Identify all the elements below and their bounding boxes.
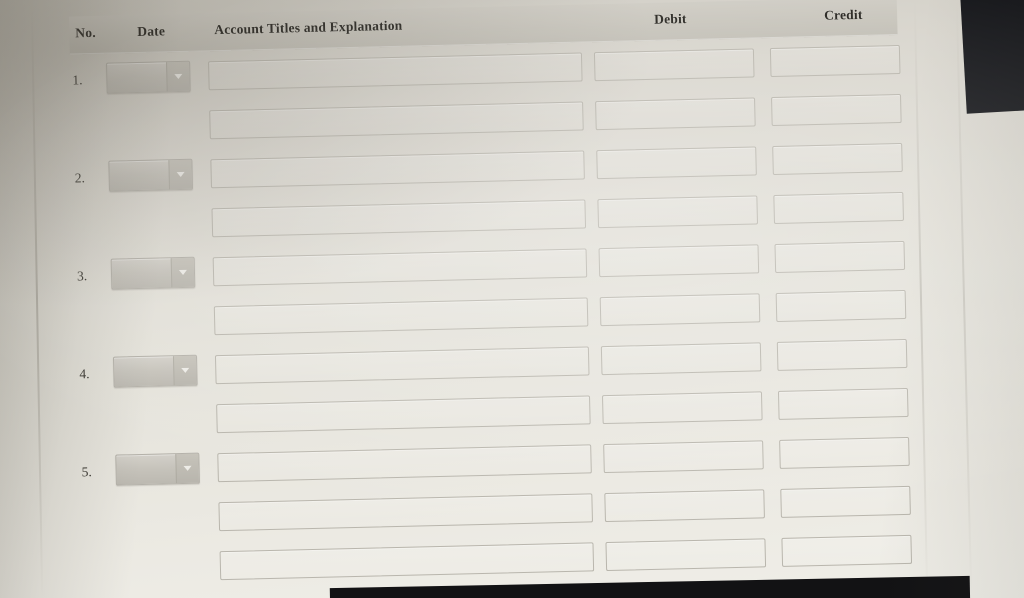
debit-input-value [606, 539, 764, 543]
debit-input-value [600, 245, 758, 249]
account-input[interactable] [216, 395, 591, 434]
row-number-label: 5. [81, 464, 92, 480]
account-input[interactable] [212, 248, 588, 287]
credit-input-value [779, 389, 907, 392]
chevron-down-glyph [176, 171, 185, 178]
account-input-value [219, 494, 591, 503]
account-input-value [214, 249, 586, 258]
debit-input[interactable] [604, 489, 765, 523]
chevron-down-icon[interactable] [175, 453, 199, 484]
credit-input[interactable] [777, 387, 909, 420]
row-number-label: 3. [76, 268, 88, 284]
date-select[interactable] [110, 256, 196, 290]
debit-input-value [597, 147, 755, 151]
account-input-value [217, 396, 589, 405]
chevron-down-glyph [181, 367, 190, 374]
date-select[interactable] [108, 158, 194, 192]
account-input[interactable] [219, 542, 595, 581]
credit-input-value [777, 291, 905, 294]
column-header-no: No. [75, 24, 96, 41]
account-input-value [218, 445, 590, 454]
debit-input-value [603, 392, 761, 396]
credit-input-value [771, 46, 899, 49]
account-input-value [210, 103, 582, 112]
column-header-credit: Credit [823, 6, 863, 23]
debit-input[interactable] [601, 391, 763, 425]
journal-entry-form: No. Date Account Titles and Explanation … [68, 0, 913, 595]
account-input[interactable] [211, 199, 587, 238]
screen-bezel-right [960, 0, 1024, 114]
credit-input[interactable] [771, 93, 902, 127]
chevron-down-icon[interactable] [166, 61, 190, 92]
credit-input[interactable] [781, 534, 913, 567]
account-input[interactable] [208, 52, 583, 91]
row-number-label: 1. [72, 72, 83, 88]
debit-input-value [605, 490, 763, 494]
credit-input[interactable] [772, 142, 903, 176]
column-header-account: Account Titles and Explanation [214, 17, 403, 38]
debit-input-value [602, 343, 760, 347]
debit-input-value [595, 49, 753, 53]
debit-input-value [601, 294, 759, 298]
credit-input[interactable] [769, 45, 901, 78]
debit-input[interactable] [599, 293, 761, 327]
credit-input[interactable] [776, 338, 908, 371]
debit-input[interactable] [593, 48, 755, 82]
account-input[interactable] [210, 150, 585, 189]
chevron-down-glyph [174, 73, 183, 80]
credit-input[interactable] [775, 289, 907, 322]
row-number-label: 4. [79, 366, 90, 382]
credit-input-value [774, 193, 902, 196]
account-input-value [215, 298, 587, 307]
date-select[interactable] [106, 60, 191, 94]
credit-input-value [778, 340, 906, 343]
row-number-label: 2. [74, 170, 86, 186]
chevron-down-icon[interactable] [168, 159, 193, 190]
chevron-down-icon[interactable] [172, 355, 197, 386]
chevron-down-icon[interactable] [170, 257, 195, 288]
account-input[interactable] [209, 101, 584, 140]
date-select[interactable] [112, 354, 198, 388]
credit-input[interactable] [774, 240, 906, 274]
debit-input[interactable] [595, 97, 756, 131]
account-input[interactable] [213, 297, 589, 336]
debit-input[interactable] [605, 538, 767, 572]
journal-entry-rows: 1. 2. 3. 4. 5. [70, 37, 913, 595]
account-input[interactable] [218, 493, 593, 532]
credit-input-value [781, 487, 909, 490]
debit-input-value [598, 196, 756, 200]
credit-input-value [782, 536, 910, 539]
debit-input[interactable] [596, 146, 757, 180]
account-input-value [211, 151, 583, 160]
debit-input[interactable] [597, 195, 759, 229]
credit-input[interactable] [780, 485, 911, 518]
credit-input[interactable] [779, 436, 910, 469]
chevron-down-glyph [183, 465, 192, 471]
credit-input-value [776, 242, 904, 245]
date-select[interactable] [115, 452, 200, 486]
chevron-down-glyph [178, 269, 188, 276]
credit-input-value [780, 438, 908, 441]
account-input[interactable] [217, 444, 592, 483]
credit-input-value [773, 144, 901, 147]
debit-input[interactable] [603, 440, 764, 474]
debit-input[interactable] [600, 342, 762, 376]
credit-input[interactable] [773, 191, 904, 225]
screenshot-root: No. Date Account Titles and Explanation … [0, 0, 1024, 598]
debit-input-value [604, 441, 762, 445]
account-input[interactable] [214, 346, 590, 385]
account-input-value [209, 54, 581, 63]
column-header-debit: Debit [653, 11, 687, 27]
account-input-value [221, 543, 593, 552]
debit-input[interactable] [598, 244, 760, 278]
journal-entry-page: No. Date Account Titles and Explanation … [0, 0, 1024, 598]
account-input-value [216, 347, 588, 356]
account-input-value [213, 200, 585, 209]
debit-input-value [596, 98, 754, 102]
column-header-date: Date [137, 23, 166, 39]
credit-input-value [772, 95, 900, 98]
